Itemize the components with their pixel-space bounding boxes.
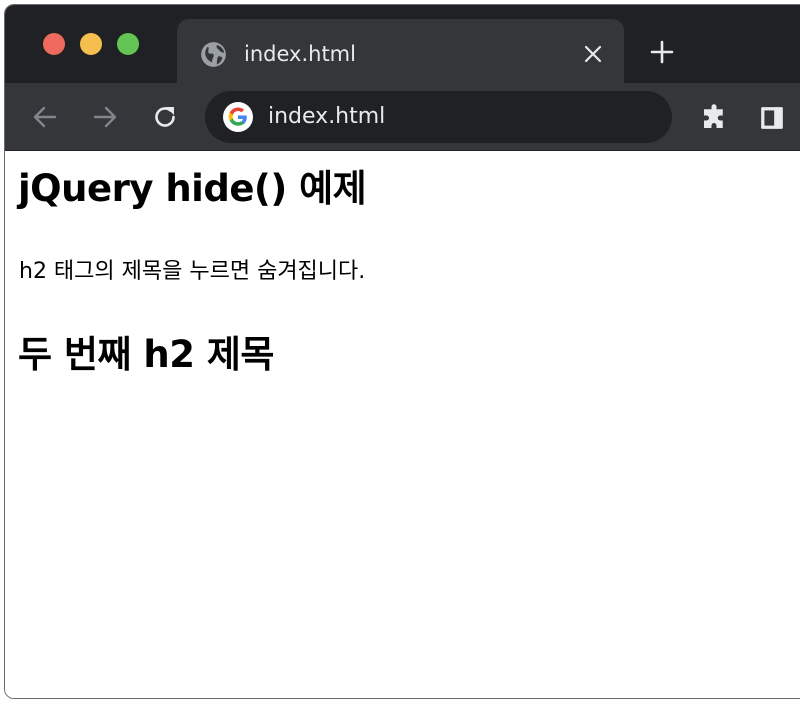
window-minimize-button[interactable] xyxy=(80,33,102,55)
page-paragraph: h2 태그의 제목을 누르면 숨겨집니다. xyxy=(19,259,366,284)
address-bar-text: index.html xyxy=(268,104,386,129)
arrow-left-icon[interactable] xyxy=(29,101,61,133)
side-panel-icon[interactable] xyxy=(759,105,785,131)
address-bar[interactable]: index.html xyxy=(205,91,672,143)
close-icon[interactable] xyxy=(580,41,606,67)
tab-title: index.html xyxy=(244,42,356,66)
browser-window: index.html index.html jQuery hide() 예제 h… xyxy=(4,4,800,699)
tab-strip: index.html xyxy=(5,5,800,83)
window-zoom-button[interactable] xyxy=(117,33,139,55)
page-heading-second[interactable]: 두 번째 h2 제목 xyxy=(18,333,274,377)
arrow-right-icon[interactable] xyxy=(89,101,121,133)
tab-active[interactable]: index.html xyxy=(177,19,624,83)
puzzle-icon[interactable] xyxy=(699,103,729,133)
window-close-button[interactable] xyxy=(43,33,65,55)
page-content: jQuery hide() 예제 h2 태그의 제목을 누르면 숨겨집니다. 두… xyxy=(5,151,800,698)
globe-icon xyxy=(201,42,226,67)
google-g-icon xyxy=(223,102,253,132)
toolbar: index.html xyxy=(5,83,800,151)
reload-icon[interactable] xyxy=(149,101,181,133)
plus-icon[interactable] xyxy=(647,37,677,67)
page-heading-first[interactable]: jQuery hide() 예제 xyxy=(18,167,367,211)
